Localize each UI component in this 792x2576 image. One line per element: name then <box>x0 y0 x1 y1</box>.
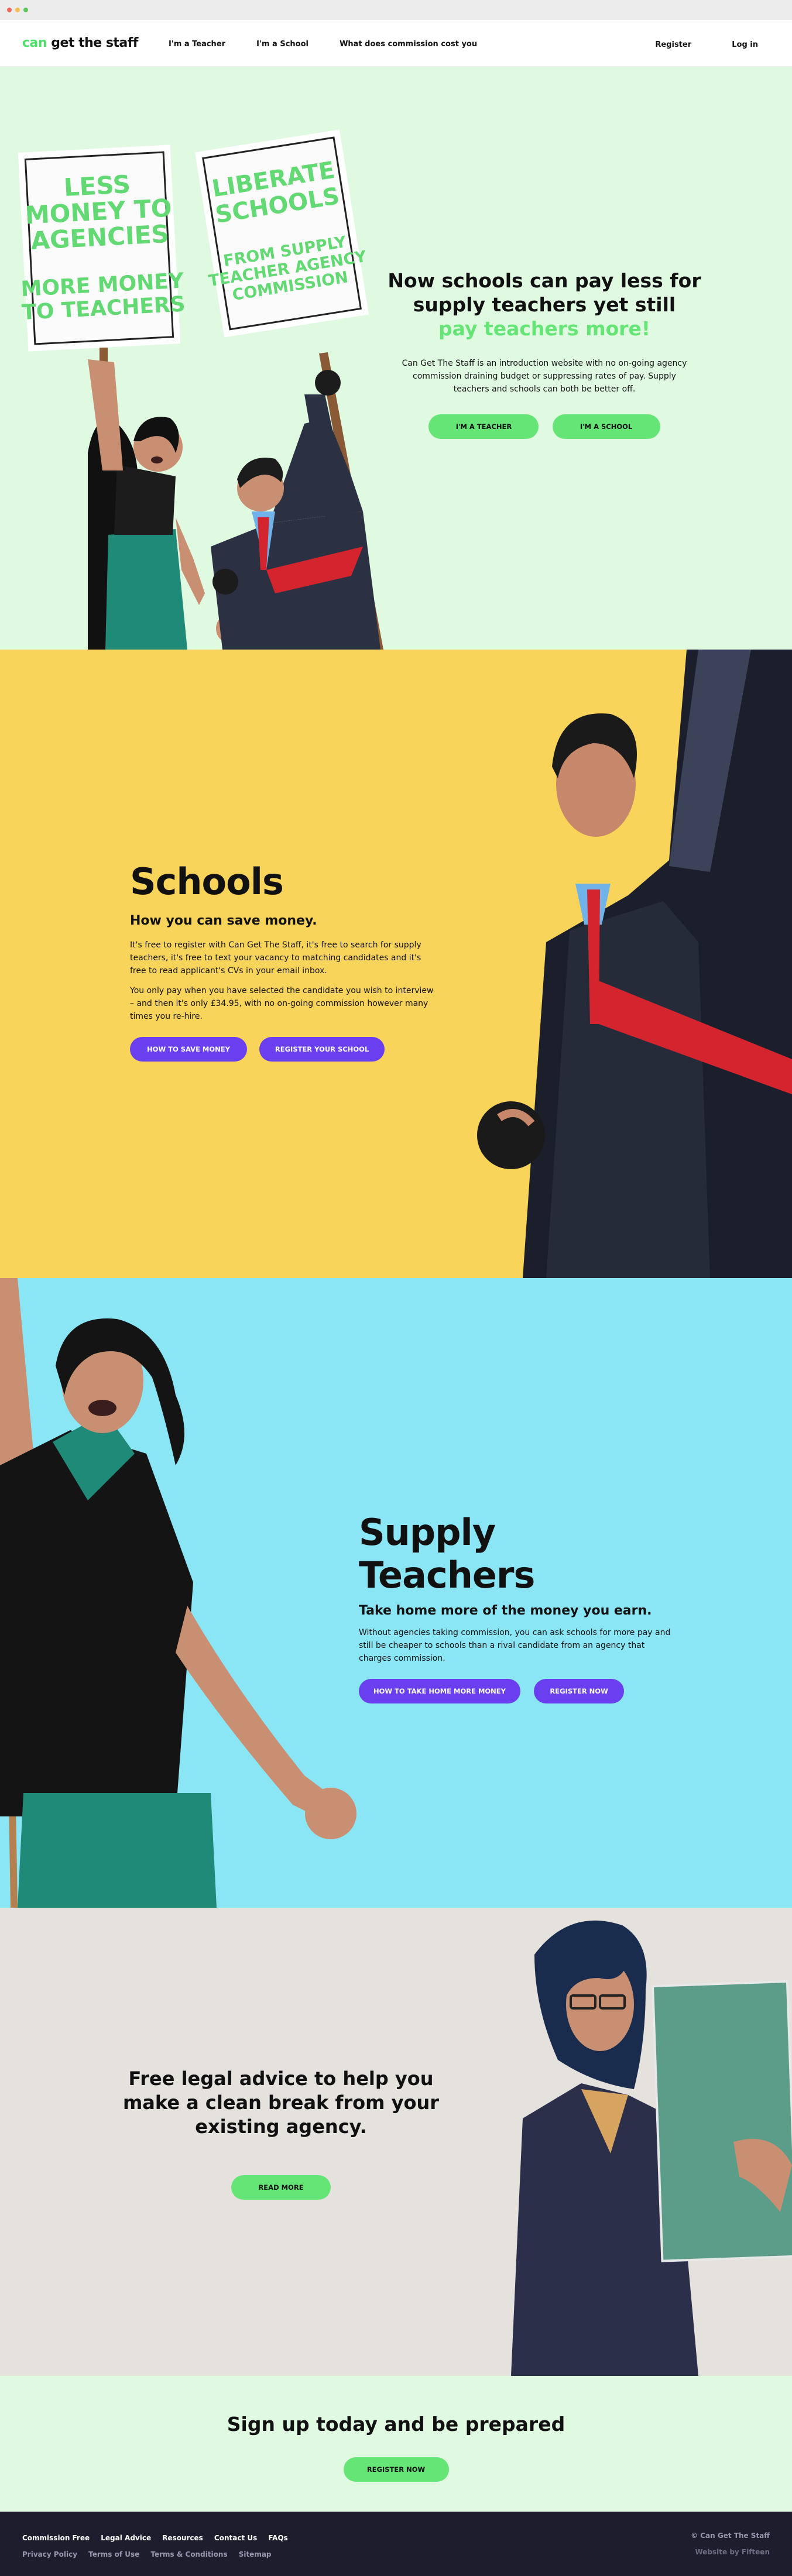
legal-title-line-1: Free legal advice to help you <box>128 2067 434 2090</box>
legal-title-line-2: make a clean break from your <box>122 2091 440 2114</box>
close-dot[interactable] <box>7 8 12 12</box>
teachers-paragraph: Without agencies taking commission, you … <box>359 1628 671 1663</box>
footer-link-terms-of-use[interactable]: Terms of Use <box>88 2550 139 2558</box>
account-nav: Register Log in <box>618 38 758 49</box>
maximize-dot[interactable] <box>23 8 28 12</box>
im-a-school-button[interactable]: I'M A SCHOOL <box>552 414 660 439</box>
hero-section: LESS MONEY TO AGENCIES MORE MONEY TO TEA… <box>0 67 792 650</box>
footer-link-terms-conditions[interactable]: Terms & Conditions <box>150 2550 227 2558</box>
teachers-title: Supply Teachers <box>359 1511 535 1596</box>
website-credit[interactable]: Website by Fifteen <box>691 2548 770 2556</box>
teachers-register-now-button[interactable]: REGISTER NOW <box>534 1679 625 1703</box>
logo-text: get the staff <box>47 36 138 50</box>
schools-title: Schools <box>130 860 284 903</box>
footer-meta: © Can Get The Staff Website by Fifteen <box>691 2532 770 2556</box>
legal-title-line-3: existing agency. <box>195 2115 367 2138</box>
nav-teacher[interactable]: I'm a Teacher <box>169 40 225 49</box>
register-your-school-button[interactable]: REGISTER YOUR SCHOOL <box>259 1037 385 1062</box>
nav-register[interactable]: Register <box>655 40 691 49</box>
minimize-dot[interactable] <box>15 8 20 12</box>
nav-commission-cost[interactable]: What does commission cost you <box>340 40 477 49</box>
schools-paragraph-1: It's free to register with Can Get The S… <box>130 940 421 976</box>
schools-man-illustration <box>477 650 792 1278</box>
nav-login[interactable]: Log in <box>732 40 758 49</box>
footer-links-primary: Commission Free Legal Advice Resources C… <box>22 2532 296 2543</box>
site-logo[interactable]: can get the staff <box>22 36 138 50</box>
main-nav: I'm a Teacher I'm a School What does com… <box>169 37 505 49</box>
footer-link-faqs[interactable]: FAQs <box>268 2534 287 2542</box>
hero-content: Now schools can pay less for supply teac… <box>386 269 702 439</box>
nav-school[interactable]: I'm a School <box>256 40 308 49</box>
hero-title: Now schools can pay less for supply teac… <box>386 269 702 341</box>
schools-section: Schools How you can save money. It's fre… <box>0 650 792 1278</box>
signup-section: Sign up today and be prepared REGISTER N… <box>0 2376 792 2512</box>
protest-illustration: LESS MONEY TO AGENCIES MORE MONEY TO TEA… <box>18 129 383 650</box>
hero-title-line-2: supply teachers yet still <box>413 293 676 316</box>
how-to-save-money-button[interactable]: HOW TO SAVE MONEY <box>130 1037 247 1062</box>
schools-content: Schools How you can save money. It's fre… <box>130 860 434 1062</box>
hero-title-highlight: pay teachers more! <box>438 317 650 340</box>
site-footer: Commission Free Legal Advice Resources C… <box>0 2512 792 2576</box>
top-navigation: can get the staff I'm a Teacher I'm a Sc… <box>0 20 792 67</box>
signup-title: Sign up today and be prepared <box>227 2413 565 2436</box>
browser-chrome <box>0 0 792 20</box>
signup-register-now-button[interactable]: REGISTER NOW <box>343 2457 449 2482</box>
copyright: © Can Get The Staff <box>691 2532 770 2540</box>
hero-title-line-1: Now schools can pay less for <box>388 269 701 292</box>
footer-link-legal-advice[interactable]: Legal Advice <box>101 2534 151 2542</box>
teachers-section: Supply Teachers Take home more of the mo… <box>0 1278 792 1908</box>
legal-woman-illustration <box>511 1920 792 2376</box>
teachers-subtitle: Take home more of the money you earn. <box>359 1603 652 1618</box>
logo-can: can <box>22 36 47 50</box>
teachers-content: Supply Teachers Take home more of the mo… <box>359 1511 675 1703</box>
footer-link-sitemap[interactable]: Sitemap <box>239 2550 272 2558</box>
read-more-button[interactable]: READ MORE <box>231 2175 331 2200</box>
im-a-teacher-button[interactable]: I'M A TEACHER <box>428 414 539 439</box>
footer-link-commission-free[interactable]: Commission Free <box>22 2534 90 2542</box>
teacher-woman-illustration <box>0 1278 356 1908</box>
legal-title: Free legal advice to help you make a cle… <box>100 2067 462 2139</box>
schools-paragraph-2: You only pay when you have selected the … <box>130 986 434 1021</box>
schools-subtitle: How you can save money. <box>130 913 317 928</box>
footer-link-contact-us[interactable]: Contact Us <box>214 2534 257 2542</box>
footer-links-secondary: Privacy Policy Terms of Use Terms & Cond… <box>22 2548 280 2559</box>
take-home-more-money-button[interactable]: HOW TO TAKE HOME MORE MONEY <box>359 1679 520 1703</box>
hero-body: Can Get The Staff is an introduction web… <box>402 359 687 394</box>
legal-content: Free legal advice to help you make a cle… <box>100 2067 462 2200</box>
legal-advice-section: Free legal advice to help you make a cle… <box>0 1908 792 2376</box>
footer-link-privacy-policy[interactable]: Privacy Policy <box>22 2550 77 2558</box>
footer-link-resources[interactable]: Resources <box>162 2534 203 2542</box>
